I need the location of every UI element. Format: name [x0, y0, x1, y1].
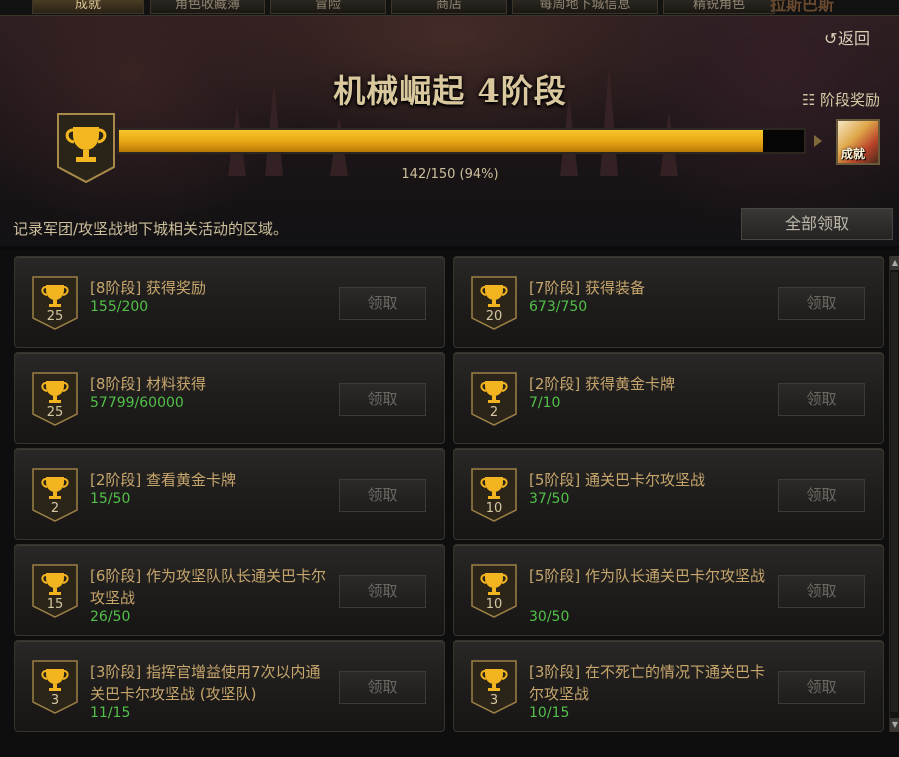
claim-button[interactable]: 领取 [339, 479, 426, 512]
trophy-icon: 25 [32, 276, 78, 330]
trophy-icon: 25 [32, 372, 78, 426]
claim-all-button[interactable]: 全部领取 [741, 208, 893, 240]
achievement-title: [8阶段] 获得奖励 [90, 279, 207, 297]
trophy-icon: 2 [32, 468, 78, 522]
trophy-icon [57, 113, 115, 184]
stage-reward-text: 阶段奖励 [820, 91, 881, 109]
tab-shop[interactable]: 商店 [391, 0, 507, 14]
achievement-card: 20 [7阶段] 获得装备 673/750 领取 [453, 256, 884, 348]
achievement-title: [2阶段] 查看黄金卡牌 [90, 471, 237, 489]
achievement-card: 2 [2阶段] 获得黄金卡牌 7/10 领取 [453, 352, 884, 444]
achievement-card: 15 [6阶段] 作为攻坚队队长通关巴卡尔攻坚战 26/50 领取 [14, 544, 445, 636]
achievement-progress: 10/15 [529, 705, 570, 721]
castle-spire [600, 66, 618, 176]
trophy-icon: 2 [471, 372, 517, 426]
achievement-progress: 11/15 [90, 705, 131, 721]
back-label: 返回 [838, 29, 871, 48]
tab-elite-character[interactable]: 精锐角色 [663, 0, 775, 14]
stage-progress-text: 142/150 (94%) [401, 167, 499, 182]
tab-extra-label: 拉斯巴斯 [770, 0, 835, 14]
achievement-title: [8阶段] 材料获得 [90, 375, 207, 393]
achievement-points: 15 [46, 597, 64, 612]
achievement-points: 10 [485, 501, 503, 516]
claim-button[interactable]: 领取 [339, 383, 426, 416]
page-title: 机械崛起 4阶段 [333, 72, 567, 110]
back-button[interactable]: ↺返回 [824, 28, 884, 50]
claim-button[interactable]: 领取 [778, 479, 865, 512]
achievement-points: 3 [489, 693, 499, 708]
achievement-points: 3 [50, 693, 60, 708]
claim-button[interactable]: 领取 [778, 287, 865, 320]
achievement-card: 3 [3阶段] 在不死亡的情况下通关巴卡尔攻坚战 10/15 领取 [453, 640, 884, 732]
scroll-down-icon[interactable]: ▼ [890, 718, 899, 732]
tab-weekly-dungeon-info[interactable]: 每周地下城信息 [512, 0, 658, 14]
achievement-title: [3阶段] 指挥官增益使用7次以内通关巴卡尔攻坚战 (攻坚队) [90, 663, 321, 703]
achievement-progress: 30/50 [529, 609, 570, 625]
stage-reward-label[interactable]: ☷ 阶段奖励 [802, 90, 899, 110]
claim-button[interactable]: 领取 [339, 671, 426, 704]
claim-button[interactable]: 领取 [778, 383, 865, 416]
progress-arrow-icon [814, 135, 822, 147]
achievement-title: [2阶段] 获得黄金卡牌 [529, 375, 676, 393]
gift-icon: ☷ [802, 91, 816, 109]
achievement-points: 25 [46, 405, 64, 420]
achievement-card: 25 [8阶段] 材料获得 57799/60000 领取 [14, 352, 445, 444]
trophy-icon: 3 [32, 660, 78, 714]
claim-button[interactable]: 领取 [778, 671, 865, 704]
trophy-icon: 15 [32, 564, 78, 618]
trophy-icon: 10 [471, 468, 517, 522]
achievement-points: 20 [485, 309, 503, 324]
achievement-progress: 37/50 [529, 491, 570, 507]
scroll-up-icon[interactable]: ▲ [890, 256, 899, 270]
back-arrow-icon: ↺ [824, 29, 838, 48]
stage-progress-fill [119, 130, 763, 152]
achievement-card: 3 [3阶段] 指挥官增益使用7次以内通关巴卡尔攻坚战 (攻坚队) 11/15 领取 [14, 640, 445, 732]
achievement-card: 10 [5阶段] 通关巴卡尔攻坚战 37/50 领取 [453, 448, 884, 540]
trophy-icon: 3 [471, 660, 517, 714]
achievement-title: [3阶段] 在不死亡的情况下通关巴卡尔攻坚战 [529, 663, 766, 703]
achievement-points: 10 [485, 597, 503, 612]
top-tab-strip: 成就 角色收藏簿 冒险 商店 每周地下城信息 精锐角色 拉斯巴斯 [0, 0, 899, 16]
claim-button[interactable]: 领取 [339, 575, 426, 608]
achievement-card: 10 [5阶段] 作为队长通关巴卡尔攻坚战 30/50 领取 [453, 544, 884, 636]
trophy-icon: 10 [471, 564, 517, 618]
achievement-title: [5阶段] 作为队长通关巴卡尔攻坚战 [529, 567, 766, 585]
achievement-card: 2 [2阶段] 查看黄金卡牌 15/50 领取 [14, 448, 445, 540]
achievement-progress: 26/50 [90, 609, 131, 625]
achievement-progress: 57799/60000 [90, 395, 184, 411]
tab-adventure[interactable]: 冒险 [270, 0, 386, 14]
achievement-progress: 15/50 [90, 491, 131, 507]
achievement-title: [7阶段] 获得装备 [529, 279, 646, 297]
claim-button[interactable]: 领取 [778, 575, 865, 608]
achievement-progress: 673/750 [529, 299, 588, 315]
trophy-icon: 20 [471, 276, 517, 330]
reward-icon-text: 成就 [841, 147, 866, 161]
tab-character-collection[interactable]: 角色收藏簿 [150, 0, 265, 14]
stage-progress-bar [117, 128, 806, 154]
category-description: 记录军团/攻坚战地下城相关活动的区域。 [13, 220, 289, 238]
achievement-points: 25 [46, 309, 64, 324]
achievement-title: [5阶段] 通关巴卡尔攻坚战 [529, 471, 706, 489]
achievement-title: [6阶段] 作为攻坚队队长通关巴卡尔攻坚战 [90, 567, 327, 607]
list-scrollbar[interactable]: ▲ ▼ [889, 256, 899, 732]
stage-reward-icon[interactable]: 成就 [836, 119, 880, 165]
achievement-points: 2 [489, 405, 499, 420]
achievement-card: 25 [8阶段] 获得奖励 155/200 领取 [14, 256, 445, 348]
scroll-thumb[interactable] [891, 272, 898, 712]
achievement-list: 25 [8阶段] 获得奖励 155/200 领取 20 [7阶段] 获得装备 673/750… [0, 250, 899, 757]
achievement-progress: 7/10 [529, 395, 561, 411]
achievement-progress: 155/200 [90, 299, 149, 315]
achievement-points: 2 [50, 501, 60, 516]
tab-achievement[interactable]: 成就 [32, 0, 144, 14]
claim-button[interactable]: 领取 [339, 287, 426, 320]
